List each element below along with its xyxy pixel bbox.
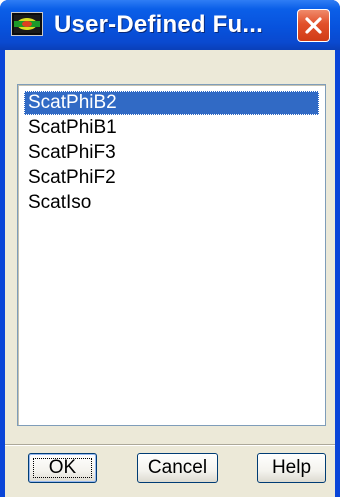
list-item[interactable]: ScatPhiF3 <box>24 141 319 165</box>
window-title: User-Defined Fu... <box>54 11 263 38</box>
list-item[interactable]: ScatPhiB2 <box>24 91 319 115</box>
close-button[interactable] <box>297 9 330 42</box>
cancel-button-label: Cancel <box>147 457 208 478</box>
cancel-button[interactable]: Cancel <box>137 453 218 483</box>
help-button-label: Help <box>271 457 312 478</box>
help-button[interactable]: Help <box>257 453 326 483</box>
close-icon <box>305 17 322 34</box>
list-item[interactable]: ScatIso <box>24 191 319 215</box>
list-item[interactable]: ScatPhiF2 <box>24 166 319 190</box>
list-item[interactable]: ScatPhiB1 <box>24 116 319 140</box>
dialog-body: ScatPhiB2 ScatPhiB1 ScatPhiF3 ScatPhiF2 … <box>5 50 335 497</box>
app-icon <box>11 12 43 36</box>
ok-button[interactable]: OK <box>28 453 97 483</box>
ok-button-label: OK <box>48 457 77 478</box>
function-list[interactable]: ScatPhiB2 ScatPhiB1 ScatPhiF3 ScatPhiF2 … <box>17 84 326 426</box>
dialog-window: User-Defined Fu... ScatPhiB2 ScatPhiB1 S… <box>0 0 340 497</box>
separator <box>5 444 335 446</box>
title-bar[interactable]: User-Defined Fu... <box>0 0 340 50</box>
